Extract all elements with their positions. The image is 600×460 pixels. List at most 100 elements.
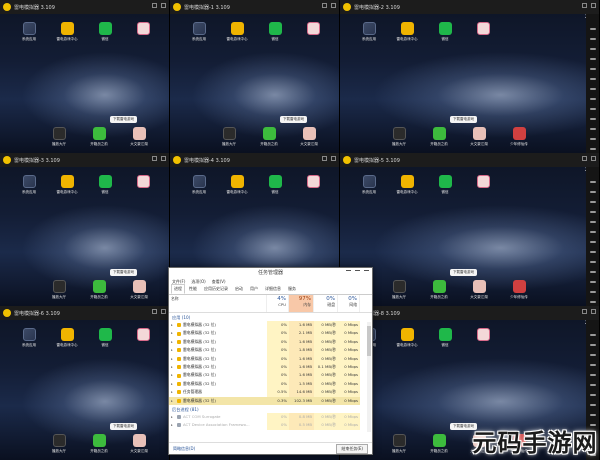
minimize-icon[interactable]: [152, 156, 157, 161]
desktop-app[interactable]: 雷电游戏中心: [226, 22, 248, 42]
toolbar-icon[interactable]: [589, 221, 596, 223]
toolbar-icon[interactable]: [589, 334, 596, 336]
table-row[interactable]: ▸ 雷电模拟器 (32 位) 0% 1.6 MB 0 MB/秒 0 Mbps: [169, 321, 372, 330]
desktop-app[interactable]: 系统应用: [18, 328, 40, 348]
chevron-right-icon[interactable]: ▸: [171, 329, 175, 337]
desktop-app[interactable]: 微信: [264, 175, 286, 195]
chevron-right-icon[interactable]: ▸: [171, 413, 175, 421]
minimize-icon[interactable]: [152, 3, 157, 8]
toolbar-icon[interactable]: [589, 384, 596, 386]
toolbar-icon[interactable]: [589, 394, 596, 396]
desktop-app[interactable]: 系统应用: [18, 175, 40, 195]
column-disk[interactable]: 0% 磁盘: [314, 295, 338, 312]
table-row[interactable]: ▸ 雷电模拟器 (32 位) 0% 2.1 MB 0 MB/秒 0 Mbps: [169, 329, 372, 338]
emulator-window[interactable]: 雷电模拟器-3 3.109 系统应用 雷电游戏中心 微信 下载雷电游戏 播放大厅…: [0, 153, 170, 306]
chevron-right-icon[interactable]: ▸: [171, 321, 175, 329]
toolbar-icon[interactable]: [589, 38, 596, 40]
desktop-app[interactable]: 微信: [434, 328, 456, 348]
fewer-details-link[interactable]: 简略信息(D): [173, 446, 195, 452]
emulator-window[interactable]: 雷电模拟器 3.109 系统应用 雷电游戏中心 微信 下载雷电游戏 播放大厅 开…: [0, 0, 170, 153]
desktop-app[interactable]: [472, 328, 494, 348]
desktop-app[interactable]: 系统应用: [358, 175, 380, 195]
minimize-icon[interactable]: [582, 156, 587, 161]
toolbar-icon[interactable]: [589, 291, 596, 293]
desktop-app[interactable]: [132, 175, 154, 195]
dock-app[interactable]: 播放大厅: [218, 127, 240, 147]
toolbar-icon[interactable]: [589, 414, 596, 416]
dock-app[interactable]: 开箱战之前: [428, 280, 450, 300]
table-row[interactable]: ▸ ACT COM Surrogate 0% 0.8 MB 0 MB/秒 0 M…: [169, 412, 372, 422]
toolbar-icon[interactable]: [589, 108, 596, 110]
dock-app[interactable]: 少年修仙传: [508, 280, 530, 300]
table-row[interactable]: ▸ 雷电模拟器 (32 位) 0% 1.6 MB 0.1 MB/秒 0 Mbps: [169, 362, 372, 372]
toolbar-icon[interactable]: [589, 211, 596, 213]
toolbar-icon[interactable]: [589, 58, 596, 60]
toolbar-icon[interactable]: [589, 344, 596, 346]
desktop-app[interactable]: 微信: [434, 22, 456, 42]
dock-app[interactable]: 大文豪江湖: [468, 127, 490, 147]
minimize-icon[interactable]: [582, 3, 587, 8]
dock-app[interactable]: 播放大厅: [388, 280, 410, 300]
minimize-icon[interactable]: [346, 270, 351, 275]
chevron-right-icon[interactable]: ▸: [171, 371, 175, 379]
desktop-app[interactable]: 雷电游戏中心: [56, 22, 78, 42]
toolbar-icon[interactable]: [589, 301, 596, 303]
tab-performance[interactable]: 性能: [186, 284, 200, 294]
toolbar-icon[interactable]: [589, 364, 596, 366]
toolbar-icon[interactable]: [589, 148, 596, 150]
toolbar-icon[interactable]: [589, 181, 596, 183]
table-row[interactable]: ▸ 雷电模拟器 (32 位) 0% 1.6 MB 0 MB/秒 0 Mbps: [169, 354, 372, 363]
dock-app[interactable]: 大文豪江湖: [468, 280, 490, 300]
toolbar-icon[interactable]: [589, 354, 596, 356]
minimize-icon[interactable]: [322, 156, 327, 161]
download-tip[interactable]: 下载雷电游戏: [450, 116, 477, 123]
minimize-icon[interactable]: [152, 309, 157, 314]
table-row[interactable]: ▸ 雷电模拟器 (32 位) 0% 1.5 MB 0 MB/秒 0 Mbps: [169, 379, 372, 389]
toolbar-icon[interactable]: [589, 201, 596, 203]
minimize-icon[interactable]: [582, 309, 587, 314]
toolbar-icon[interactable]: [589, 271, 596, 273]
chevron-right-icon[interactable]: ▸: [171, 363, 175, 371]
table-row[interactable]: ▸ 雷电模拟器 (32 位) 0.3% 102.3 MB 0 MB/秒 0 Mb…: [169, 396, 372, 405]
download-tip[interactable]: 下载雷电游戏: [110, 269, 137, 276]
desktop-app[interactable]: [472, 175, 494, 195]
toolbar-icon[interactable]: [589, 138, 596, 140]
desktop-app[interactable]: [302, 22, 324, 42]
task-manager-window[interactable]: 任务管理器 文件(F) 选项(O) 查看(V) 进程 性能 应用历史记录 启动 …: [168, 267, 373, 455]
column-cpu[interactable]: 4% CPU: [267, 295, 289, 312]
desktop-app[interactable]: 系统应用: [358, 22, 380, 42]
chevron-right-icon[interactable]: ▸: [171, 421, 175, 429]
close-icon[interactable]: [591, 156, 596, 161]
chevron-right-icon[interactable]: ▸: [171, 388, 175, 396]
desktop-app[interactable]: 雷电游戏中心: [396, 22, 418, 42]
desktop-app[interactable]: 系统应用: [188, 22, 210, 42]
toolbar-icon[interactable]: [589, 231, 596, 233]
column-memory[interactable]: 97% 内存: [289, 295, 314, 312]
table-row[interactable]: ▸ 雷电模拟器 (32 位) 0% 1.6 MB 0 MB/秒 0 Mbps: [169, 371, 372, 380]
desktop-app[interactable]: 微信: [434, 175, 456, 195]
toolbar-icon[interactable]: [589, 98, 596, 100]
dock-app[interactable]: 开箱战之前: [258, 127, 280, 147]
close-icon[interactable]: [331, 3, 336, 8]
desktop-app[interactable]: 雷电游戏中心: [396, 328, 418, 348]
desktop-app[interactable]: 微信: [94, 22, 116, 42]
desktop-app[interactable]: 系统应用: [18, 22, 40, 42]
close-icon[interactable]: [331, 156, 336, 161]
chevron-right-icon[interactable]: ▸: [171, 346, 175, 354]
maximize-icon[interactable]: [355, 270, 360, 275]
desktop-app[interactable]: 雷电游戏中心: [396, 175, 418, 195]
chevron-right-icon[interactable]: ▸: [171, 338, 175, 346]
desktop-app[interactable]: 雷电游戏中心: [226, 175, 248, 195]
toolbar-icon[interactable]: [589, 251, 596, 253]
close-icon[interactable]: [161, 3, 166, 8]
dock-app[interactable]: 大文豪江湖: [128, 280, 150, 300]
toolbar-icon[interactable]: [589, 128, 596, 130]
emulator-window[interactable]: 雷电模拟器-5 3.109 2:41 系统应用 雷电游戏中心: [340, 153, 600, 306]
toolbar-icon[interactable]: [589, 118, 596, 120]
toolbar-icon[interactable]: [589, 241, 596, 243]
desktop-app[interactable]: [132, 328, 154, 348]
dock-app[interactable]: 开箱战之前: [428, 434, 450, 454]
scrollbar[interactable]: [367, 322, 371, 432]
toolbar-icon[interactable]: [589, 78, 596, 80]
minimize-icon[interactable]: [322, 3, 327, 8]
